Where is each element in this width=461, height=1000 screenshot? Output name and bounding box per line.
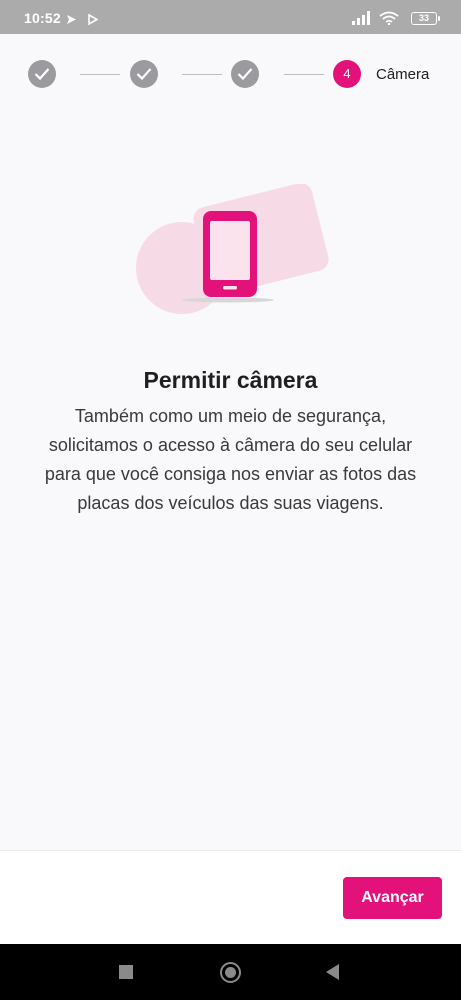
step-4-label: Câmera [376,66,430,83]
phone-icon [203,211,257,297]
check-icon [237,68,253,81]
wifi-icon [379,11,399,30]
page-description: Também como um meio de segurança, solici… [44,406,417,513]
step-connector [182,74,222,75]
status-time: 10:52 [24,10,61,26]
send-icon [66,12,77,30]
next-button[interactable]: Avançar [343,877,442,919]
step-connector [284,74,324,75]
step-2-completed [130,60,158,88]
home-icon[interactable] [220,962,241,983]
action-footer: Avançar [0,850,461,944]
play-icon [88,12,99,30]
step-1-completed [28,60,56,88]
check-icon [136,68,152,81]
battery-icon: 33 [411,12,440,25]
camera-permission-illustration [130,183,340,324]
status-bar: 10:52 33 [0,0,461,34]
step-connector [80,74,120,75]
step-3-completed [231,60,259,88]
progress-stepper: 4 Câmera [0,60,461,90]
recents-icon[interactable] [119,965,133,979]
system-nav-bar [0,944,461,1000]
signal-icon [352,11,372,30]
page-title: Permitir câmera [143,367,318,393]
main-content: 4 Câmera Permitir câmera Também como um … [0,34,461,850]
step-4-current: 4 [333,60,361,88]
check-icon [34,68,50,81]
back-icon[interactable] [326,964,339,980]
